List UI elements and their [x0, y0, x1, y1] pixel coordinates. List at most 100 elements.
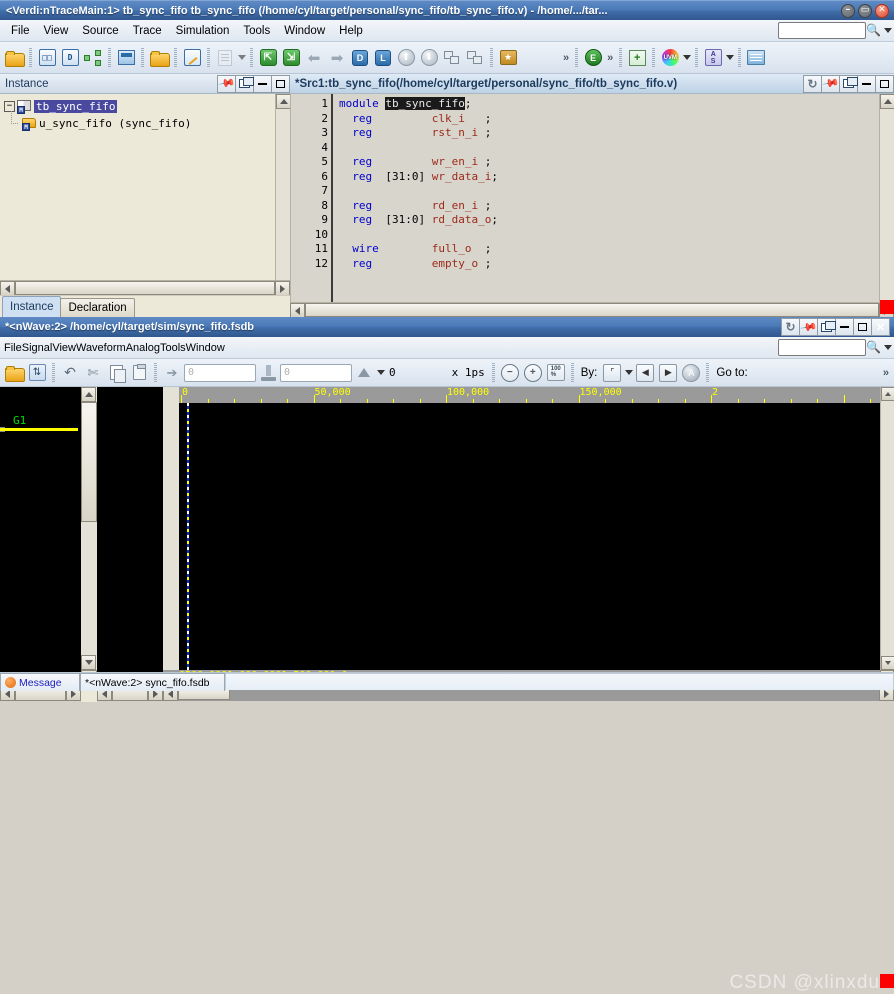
scroll-thumb[interactable] [15, 281, 275, 295]
menu-help[interactable]: Help [332, 23, 370, 39]
value-pane-vscrollbar[interactable] [163, 387, 179, 670]
menu-trace[interactable]: Trace [126, 23, 169, 39]
time-ruler-top[interactable]: 0 50,000 100,000 150,000 2 [179, 387, 880, 403]
scroll-track[interactable] [880, 109, 894, 302]
chevron-down-icon[interactable] [377, 370, 385, 375]
zoom-in-icon[interactable]: + [522, 361, 544, 385]
emulation-icon[interactable]: E [582, 46, 604, 70]
maximize-icon[interactable] [271, 74, 290, 93]
aps-icon[interactable]: AS [702, 46, 724, 70]
scroll-track[interactable] [276, 109, 290, 280]
menu-window[interactable]: Window [186, 342, 225, 354]
forward-icon[interactable]: ➡ [326, 46, 348, 70]
menu-source[interactable]: Source [75, 23, 125, 39]
search-input[interactable] [778, 22, 866, 39]
scroll-thumb[interactable] [81, 402, 97, 522]
back-icon[interactable]: ⬅ [303, 46, 325, 70]
taskbar-item-message[interactable]: Message [0, 673, 80, 691]
library-icon[interactable]: ★ [497, 46, 519, 70]
menu-analog[interactable]: Analog [126, 342, 160, 354]
chevron-down-icon[interactable] [884, 344, 892, 350]
undock-icon[interactable] [839, 74, 858, 93]
search-icon[interactable]: 🔍 [866, 23, 881, 37]
trace-driver-icon[interactable]: ⇱ [257, 46, 279, 70]
expand-hier-icon[interactable] [441, 46, 463, 70]
scroll-right-button[interactable] [275, 281, 290, 296]
more-tools-icon[interactable]: » [561, 52, 571, 64]
source-code-view[interactable]: 1 2 3 4 5 6 7 8 9 10 11 12 module tb_sync_fifo; reg… [290, 94, 894, 302]
minimize-icon[interactable] [835, 318, 854, 336]
more-tools2-icon[interactable]: » [605, 52, 615, 64]
chevron-down-icon[interactable] [238, 55, 246, 60]
edge-select-icon[interactable]: ⌜ [601, 361, 623, 385]
trace-load-icon[interactable]: ⇲ [280, 46, 302, 70]
code-line[interactable]: wire full_o ; [339, 242, 879, 257]
copy-icon[interactable] [105, 361, 127, 385]
code-line[interactable]: reg [31:0] rd_data_o; [339, 213, 879, 228]
waveform-icon[interactable]: □□ [36, 46, 58, 70]
code-line[interactable]: reg clk_i ; [339, 112, 879, 127]
menu-tools[interactable]: Tools [236, 23, 277, 39]
reload-fsdb-icon[interactable]: ⇅ [26, 361, 48, 385]
code-line[interactable] [339, 141, 879, 156]
edit-source-icon[interactable] [181, 46, 203, 70]
zoom-100-percent-icon[interactable]: 100% [545, 361, 567, 385]
tree-item-u-sync-fifo[interactable]: M u_sync_fifo (sync_fifo) [4, 111, 275, 132]
instance-tree[interactable]: − M tb_sync_fifo M u_sync_fifo (sync_fif… [0, 94, 275, 280]
scroll-up-button[interactable] [276, 94, 290, 109]
scroll-thumb[interactable] [305, 303, 879, 317]
search-icon[interactable]: 🔍 [866, 340, 881, 354]
time-field-2[interactable]: 0 [280, 363, 352, 382]
code-line[interactable]: reg [31:0] wr_data_i; [339, 170, 879, 185]
source-vscrollbar[interactable] [879, 94, 894, 302]
pin-icon[interactable]: 📌 [799, 318, 818, 336]
open-file-icon[interactable] [3, 46, 25, 70]
hierarchy-icon[interactable] [82, 46, 104, 70]
marker-stamp-icon[interactable] [257, 361, 279, 385]
scroll-up-button[interactable] [881, 387, 894, 401]
code-line[interactable]: reg wr_en_i ; [339, 155, 879, 170]
maximize-icon[interactable] [853, 318, 872, 336]
chevron-down-icon[interactable] [726, 55, 735, 60]
scroll-track[interactable] [81, 522, 97, 655]
minimize-icon[interactable] [857, 74, 876, 93]
instance-tree-vscrollbar[interactable] [275, 94, 290, 280]
maximize-icon[interactable]: ▭ [858, 3, 872, 18]
schematic-icon[interactable]: D [59, 46, 81, 70]
undock-icon[interactable] [817, 318, 836, 336]
search-input[interactable] [778, 339, 866, 356]
menu-window[interactable]: Window [277, 23, 332, 39]
scroll-up-button[interactable] [880, 94, 894, 109]
menu-waveform[interactable]: Waveform [76, 342, 126, 354]
menu-view[interactable]: View [37, 23, 76, 39]
taskbar-item-nwave[interactable]: *<nWave:2> sync_fifo.fsdb [80, 673, 225, 691]
zoom-out-icon[interactable]: − [499, 361, 521, 385]
menu-view[interactable]: View [52, 342, 76, 354]
delta-up-icon[interactable] [353, 361, 375, 385]
menu-file[interactable]: File [4, 342, 22, 354]
menu-file[interactable]: File [4, 23, 37, 39]
scope-down-icon[interactable]: ⬇ [418, 46, 440, 70]
scroll-down-button[interactable] [81, 655, 96, 670]
source-code-lines[interactable]: module tb_sync_fifo; reg clk_i ; reg rst… [333, 94, 879, 302]
menu-simulation[interactable]: Simulation [169, 23, 237, 39]
code-line[interactable] [339, 184, 879, 199]
add-coverage-icon[interactable]: + [626, 46, 648, 70]
code-line[interactable]: reg rst_n_i ; [339, 126, 879, 141]
collapse-hier-icon[interactable] [464, 46, 486, 70]
close-icon[interactable]: ✕ [871, 318, 890, 336]
minimize-icon[interactable]: – [841, 3, 855, 18]
close-icon[interactable]: ✕ [875, 3, 889, 18]
minimize-icon[interactable] [253, 74, 272, 93]
next-edge-icon[interactable]: ▶ [657, 361, 679, 385]
refresh-icon[interactable]: ↻ [781, 318, 800, 336]
chevron-down-icon[interactable] [884, 27, 892, 33]
amd-icon[interactable] [745, 46, 767, 70]
toolbar-overflow-icon[interactable]: » [881, 367, 891, 379]
paste-icon[interactable] [128, 361, 150, 385]
time-field-1[interactable]: 0 [184, 363, 256, 382]
flow-view-icon[interactable] [115, 46, 137, 70]
scroll-down-button[interactable] [881, 656, 894, 670]
source-hscrollbar[interactable] [290, 302, 894, 318]
marker-g1-label[interactable]: G1 [13, 414, 26, 427]
